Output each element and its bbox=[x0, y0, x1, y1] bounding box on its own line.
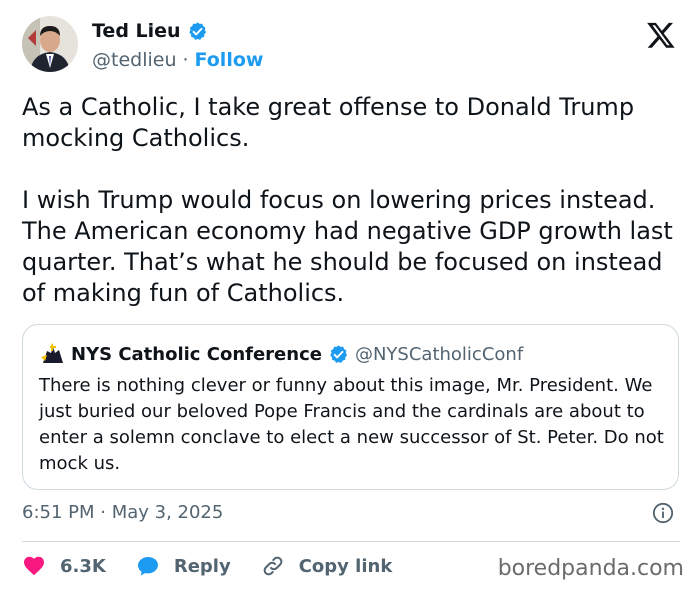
speech-bubble-icon bbox=[137, 557, 158, 576]
quoted-author-name: NYS Catholic Conference bbox=[71, 343, 322, 365]
quoted-post-text: There is nothing clever or funny about t… bbox=[39, 375, 664, 474]
author-name[interactable]: Ted Lieu bbox=[92, 20, 181, 42]
info-icon[interactable] bbox=[652, 502, 674, 524]
post-text: As a Catholic, I take great offense to D… bbox=[22, 92, 682, 309]
post-timestamp[interactable]: 6:51 PM · May 3, 2025 bbox=[22, 502, 223, 523]
follow-button[interactable]: Follow bbox=[195, 49, 264, 71]
separator: · bbox=[182, 49, 189, 71]
like-count: 6.3K bbox=[60, 555, 106, 577]
post-paragraph: As a Catholic, I take great offense to D… bbox=[22, 93, 635, 152]
quoted-author-handle: @NYSCatholicConf bbox=[354, 343, 524, 365]
divider bbox=[22, 541, 680, 542]
reply-button[interactable]: Reply bbox=[136, 554, 231, 578]
like-button[interactable]: 6.3K bbox=[22, 554, 106, 578]
author-name-row: Ted Lieu bbox=[92, 20, 208, 42]
quoted-post[interactable]: NYS Catholic Conference @NYSCatholicConf… bbox=[22, 324, 679, 490]
author-handle[interactable]: @tedlieu bbox=[92, 49, 177, 71]
avatar[interactable] bbox=[22, 16, 78, 72]
author-handle-row: @tedlieu · Follow bbox=[92, 49, 263, 71]
copy-link-button[interactable]: Copy link bbox=[261, 554, 393, 578]
link-icon bbox=[263, 556, 283, 576]
nys-catholic-logo-icon bbox=[41, 343, 63, 363]
heart-icon bbox=[24, 556, 44, 576]
post-paragraph: I wish Trump would focus on lowering pri… bbox=[22, 186, 673, 307]
quoted-post-header: NYS Catholic Conference @NYSCatholicConf bbox=[39, 343, 523, 365]
watermark: boredpanda.com bbox=[497, 556, 684, 581]
verified-badge-icon bbox=[330, 344, 348, 363]
action-bar: 6.3K Reply Copy link bbox=[22, 553, 422, 579]
x-logo-icon[interactable] bbox=[646, 20, 676, 50]
post-header: Ted Lieu @tedlieu · Follow bbox=[22, 16, 680, 80]
copy-link-label: Copy link bbox=[298, 555, 393, 577]
verified-badge-icon bbox=[188, 21, 206, 40]
reply-label: Reply bbox=[173, 555, 231, 577]
